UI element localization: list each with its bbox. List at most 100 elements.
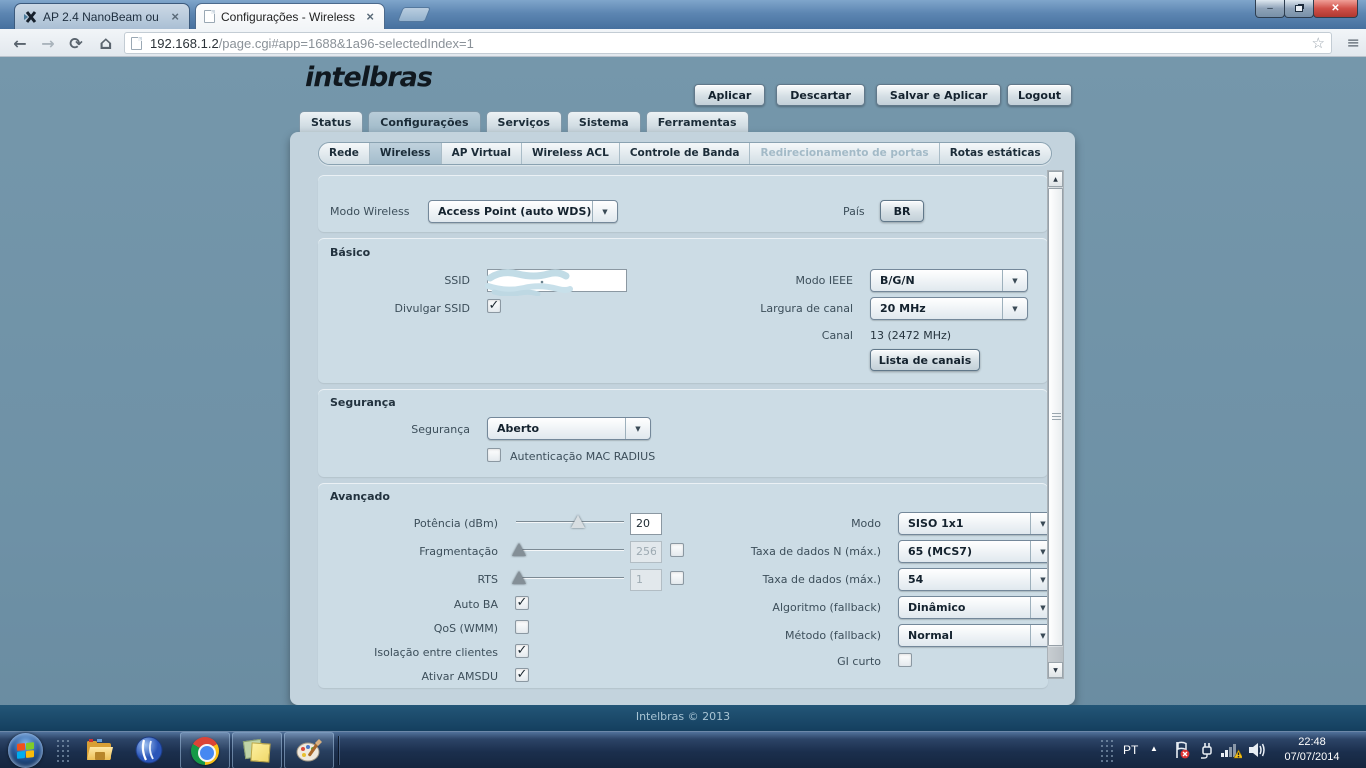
- dropdown-arrow-icon: ▼: [1030, 625, 1048, 646]
- subtab-wireless-acl[interactable]: Wireless ACL: [521, 143, 620, 164]
- restore-button[interactable]: [1284, 0, 1314, 18]
- isolacao-label: Isolação entre clientes: [374, 646, 498, 659]
- rts-slider-thumb[interactable]: [512, 571, 526, 584]
- scrollbar-track[interactable]: [1048, 647, 1063, 663]
- subtab-controle-banda[interactable]: Controle de Banda: [619, 143, 751, 164]
- chrome-taskbar-button[interactable]: [180, 732, 230, 768]
- auto-ba-checkbox[interactable]: ✓: [515, 596, 529, 610]
- apply-button[interactable]: Aplicar: [694, 84, 766, 106]
- power-plug-icon[interactable]: [1197, 740, 1217, 760]
- subtab-wireless[interactable]: Wireless: [369, 143, 442, 164]
- tab-title: AP 2.4 NanoBeam ou Nan: [43, 9, 163, 24]
- seguranca-label: Segurança: [411, 423, 470, 436]
- action-center-flag-icon[interactable]: [1172, 740, 1192, 760]
- fragmentacao-label: Fragmentação: [419, 545, 498, 558]
- subtab-rede[interactable]: Rede: [319, 143, 370, 164]
- tab-configuracoes[interactable]: Configurações: [368, 111, 481, 132]
- network-signal-icon[interactable]: [1220, 740, 1242, 760]
- tab-sistema[interactable]: Sistema: [566, 111, 641, 132]
- close-button[interactable]: ✕: [1313, 0, 1358, 18]
- back-icon[interactable]: ←: [8, 31, 32, 55]
- paint-taskbar-button[interactable]: [284, 732, 334, 768]
- taxa-n-select[interactable]: 65 (MCS7) ▼: [898, 540, 1048, 563]
- ssid-input[interactable]: [485, 269, 627, 296]
- taxa-select[interactable]: 54 ▼: [898, 568, 1048, 591]
- pais-br-button[interactable]: BR: [880, 200, 924, 222]
- new-tab-button[interactable]: [396, 7, 432, 22]
- discard-button[interactable]: Descartar: [776, 84, 865, 106]
- chrome-menu-icon[interactable]: ≡: [1347, 34, 1360, 52]
- potencia-slider-thumb[interactable]: [571, 515, 585, 528]
- largura-canal-select[interactable]: 20 MHz ▼: [870, 297, 1028, 320]
- tab-status[interactable]: Status: [299, 111, 364, 132]
- metodo-select[interactable]: Normal ▼: [898, 624, 1048, 647]
- fragmentacao-slider-thumb[interactable]: [512, 543, 526, 556]
- qos-wmm-checkbox[interactable]: [515, 620, 529, 634]
- pais-label: País: [843, 205, 865, 218]
- scroll-up-button[interactable]: ▲: [1048, 171, 1063, 187]
- isolacao-checkbox[interactable]: ✓: [515, 644, 529, 658]
- card-basico: Básico SSID Divulgar SSID ✓ Modo IEEE B/…: [318, 238, 1048, 383]
- sticky-notes-taskbar-button[interactable]: [232, 732, 282, 768]
- bookmark-star-icon[interactable]: ☆: [1312, 34, 1325, 52]
- tray-grip: [1100, 739, 1116, 763]
- scroll-down-button[interactable]: ▼: [1048, 662, 1063, 678]
- gi-curto-checkbox[interactable]: [898, 653, 912, 667]
- browser-tab-configuracoes[interactable]: Configurações - Wireless ×: [195, 3, 385, 29]
- clock-time: 22:48: [1298, 736, 1326, 748]
- card-modo-wireless: Modo Wireless Access Point (auto WDS) ▼ …: [318, 175, 1048, 232]
- page-footer: Intelbras © 2013: [0, 705, 1366, 731]
- modo-wireless-select[interactable]: Access Point (auto WDS) ▼: [428, 200, 618, 223]
- logout-button[interactable]: Logout: [1007, 84, 1072, 106]
- algoritmo-select[interactable]: Dinâmico ▼: [898, 596, 1048, 619]
- browser-tab-nanobeam[interactable]: AP 2.4 NanoBeam ou Nan ×: [14, 3, 190, 29]
- seguranca-select[interactable]: Aberto ▼: [487, 417, 651, 440]
- potencia-input[interactable]: [630, 512, 662, 535]
- tab-close-icon[interactable]: ×: [364, 9, 376, 24]
- taxa-label: Taxa de dados (máx.): [762, 573, 881, 586]
- metodo-label: Método (fallback): [785, 629, 881, 642]
- tab-servicos[interactable]: Serviços: [485, 111, 562, 132]
- forward-icon[interactable]: →: [36, 31, 60, 55]
- speaker-icon[interactable]: [1247, 741, 1267, 759]
- algoritmo-label: Algoritmo (fallback): [772, 601, 881, 614]
- scrollbar-thumb[interactable]: [1048, 188, 1063, 646]
- fragmentacao-slider[interactable]: [512, 543, 624, 557]
- panel-scrollbar[interactable]: ▲ ▼: [1047, 170, 1064, 679]
- rts-slider[interactable]: [512, 571, 624, 585]
- window-controls: – ✕: [1255, 0, 1358, 18]
- mac-radius-checkbox[interactable]: [487, 448, 501, 462]
- modo-ieee-select[interactable]: B/G/N ▼: [870, 269, 1028, 292]
- rts-enable-checkbox[interactable]: [670, 571, 684, 585]
- browser-toolbar: ← → ⟳ ⌂ 192.168.1.2/page.cgi#app=1688&1a…: [0, 29, 1366, 57]
- qos-wmm-label: QoS (WMM): [433, 622, 498, 635]
- settings-panel: Rede Wireless AP Virtual Wireless ACL Co…: [290, 132, 1075, 705]
- fragmentacao-enable-checkbox[interactable]: [670, 543, 684, 557]
- minimize-button[interactable]: –: [1255, 0, 1285, 18]
- window-titlebar: AP 2.4 NanoBeam ou Nan × Configurações -…: [0, 0, 1366, 29]
- reload-icon[interactable]: ⟳: [64, 31, 88, 55]
- language-indicator[interactable]: PT: [1123, 743, 1138, 757]
- ativar-amsdu-checkbox[interactable]: ✓: [515, 668, 529, 682]
- divulgar-ssid-checkbox[interactable]: ✓: [487, 299, 501, 313]
- start-button[interactable]: [8, 733, 43, 768]
- url-bar[interactable]: 192.168.1.2/page.cgi#app=1688&1a96-selec…: [124, 32, 1332, 54]
- modo-select[interactable]: SISO 1x1 ▼: [898, 512, 1048, 535]
- tray-expand-icon[interactable]: ▲: [1150, 744, 1158, 753]
- dropdown-arrow-icon: ▼: [1030, 597, 1048, 618]
- card-avancado: Avançado Potência (dBm) Fragmentação RTS: [318, 483, 1048, 688]
- ssid-label: SSID: [444, 274, 470, 287]
- home-icon[interactable]: ⌂: [94, 31, 118, 55]
- subtab-ap-virtual[interactable]: AP Virtual: [441, 143, 522, 164]
- winbox-icon[interactable]: [134, 735, 164, 765]
- mac-radius-label: Autenticação MAC RADIUS: [510, 450, 656, 463]
- save-apply-button[interactable]: Salvar e Aplicar: [875, 84, 1002, 106]
- explorer-icon[interactable]: [84, 735, 114, 765]
- subtab-rotas-estaticas[interactable]: Rotas estáticas: [939, 143, 1051, 164]
- tab-ferramentas[interactable]: Ferramentas: [645, 111, 749, 132]
- tab-close-icon[interactable]: ×: [169, 9, 181, 24]
- url-text[interactable]: 192.168.1.2/page.cgi#app=1688&1a96-selec…: [150, 36, 1312, 51]
- lista-canais-button[interactable]: Lista de canais: [870, 349, 980, 371]
- tray-clock[interactable]: 22:48 07/07/2014: [1266, 735, 1358, 765]
- potencia-slider[interactable]: [516, 515, 624, 529]
